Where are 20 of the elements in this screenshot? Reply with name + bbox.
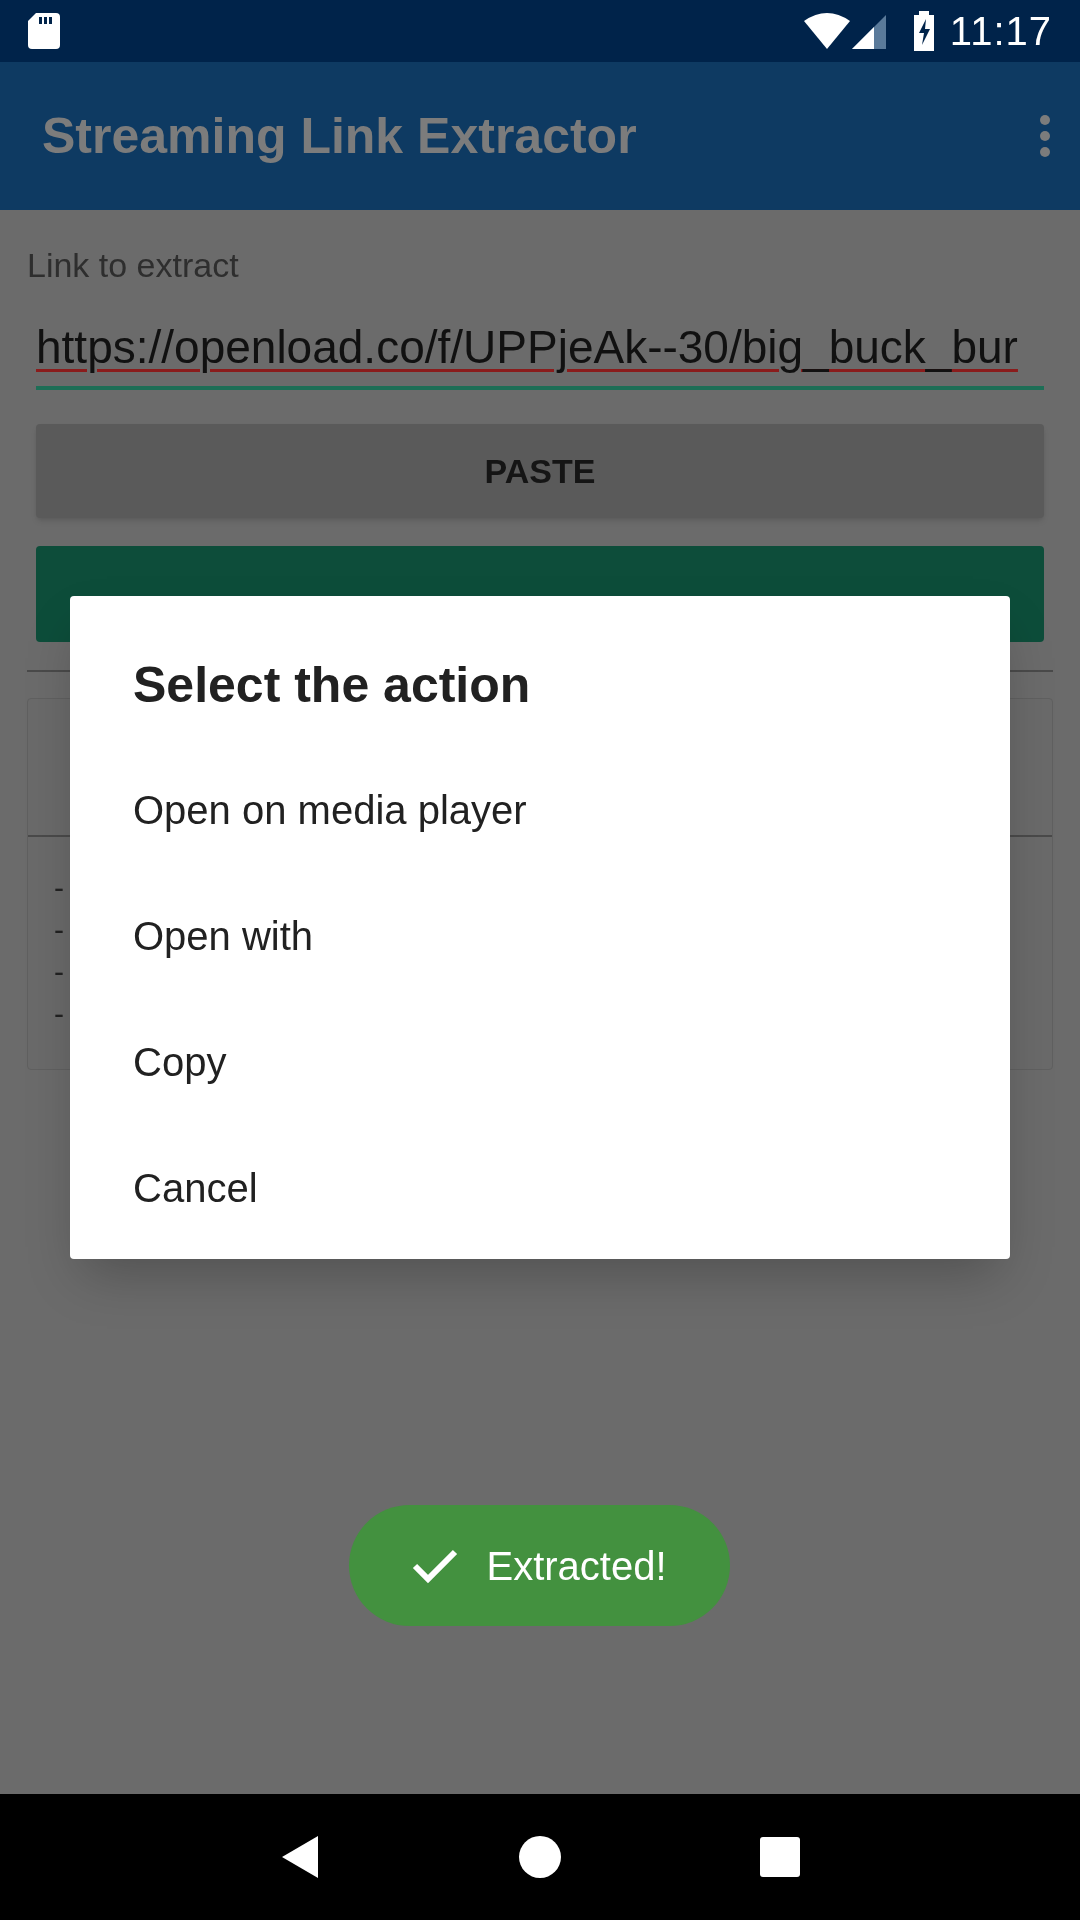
field-label: Link to extract	[27, 245, 240, 286]
dialog-option[interactable]: Copy	[70, 999, 1010, 1125]
list-line: -	[54, 954, 64, 990]
sd-card-icon	[28, 13, 60, 49]
link-input-field[interactable]: https://openload.co/f/UPPjeAk--30/big_buck_bur	[36, 313, 1044, 390]
dialog-option[interactable]: Open on media player	[70, 747, 1010, 873]
list-line: -	[54, 996, 64, 1032]
home-icon[interactable]	[519, 1836, 561, 1878]
dialog-title: Select the action	[133, 656, 532, 715]
dialog-option[interactable]: Open with	[70, 873, 1010, 999]
battery-charging-icon	[911, 11, 936, 51]
dialog-option[interactable]: Cancel	[70, 1125, 1010, 1251]
checkmark-icon	[412, 1547, 459, 1584]
list-line: -	[54, 912, 64, 948]
overflow-menu-icon[interactable]	[1038, 114, 1052, 158]
list-line: -	[54, 870, 64, 906]
toast-text: Extracted!	[486, 1542, 667, 1590]
recents-icon[interactable]	[760, 1837, 801, 1877]
status-time: 11:17	[949, 8, 1052, 55]
app-title: Streaming Link Extractor	[42, 106, 638, 166]
